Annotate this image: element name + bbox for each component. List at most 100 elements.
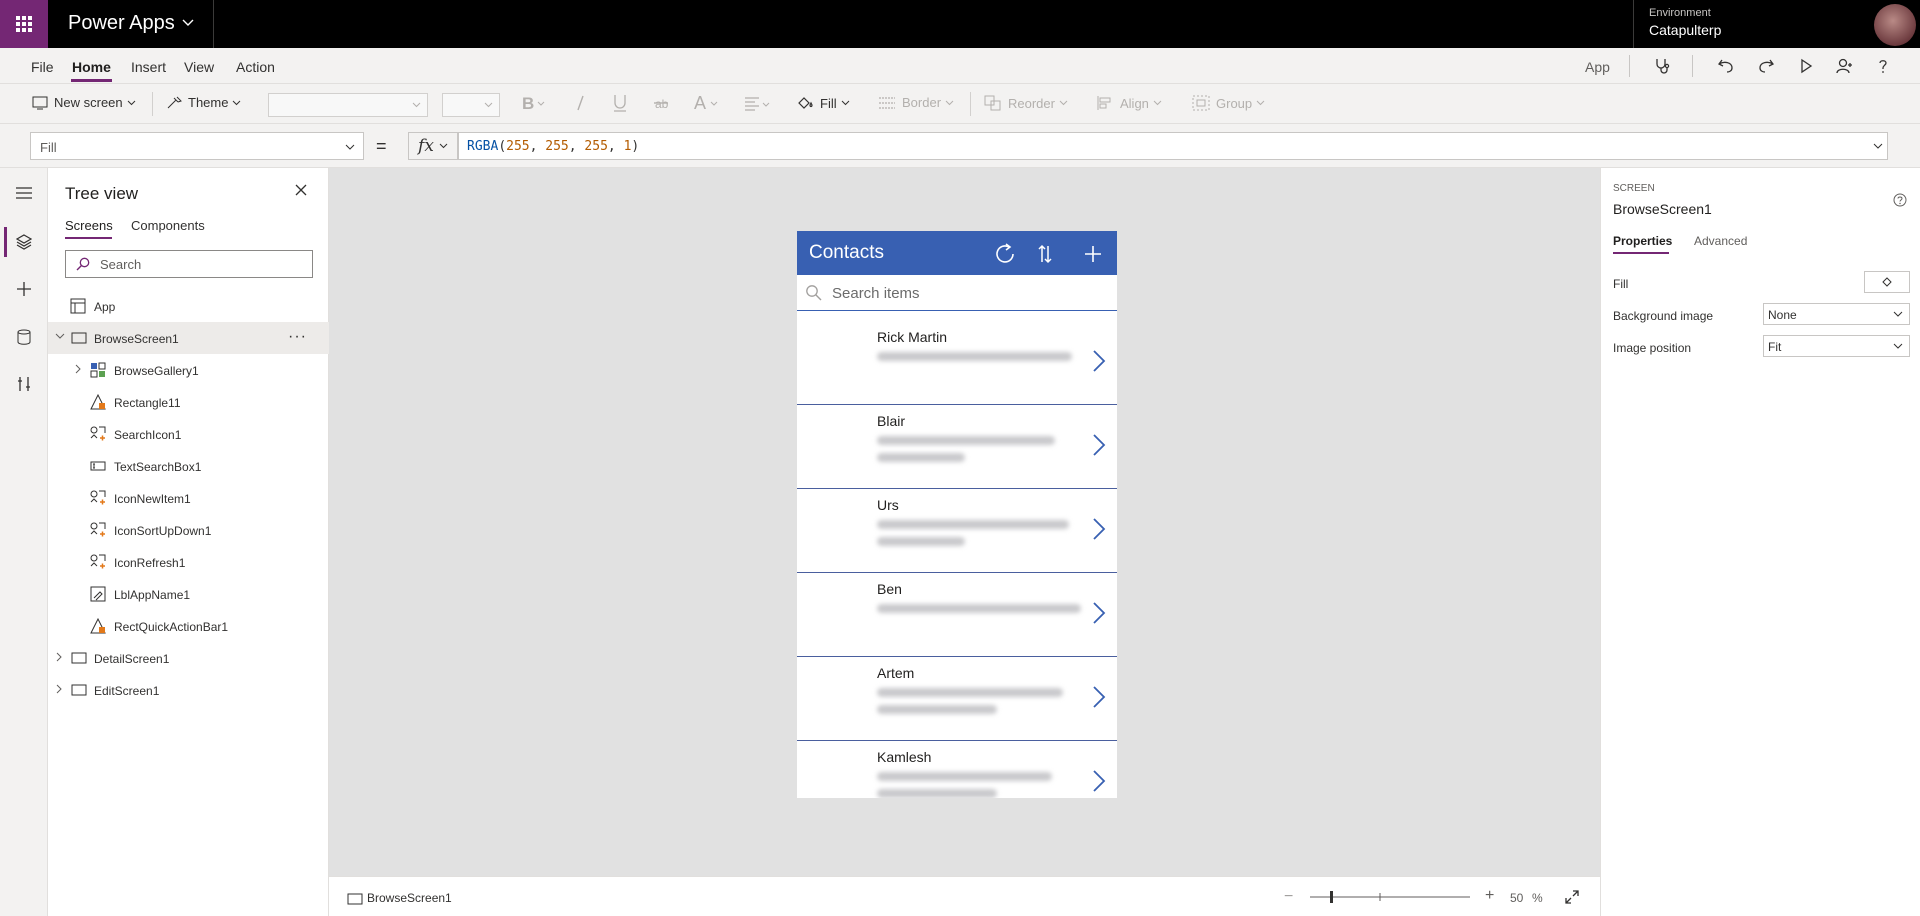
italic-icon[interactable]	[574, 93, 594, 113]
font-size-dropdown[interactable]	[442, 93, 500, 117]
contact-name: Urs	[877, 497, 899, 513]
undo-icon[interactable]	[1717, 57, 1735, 75]
tab-components[interactable]: Components	[131, 218, 205, 233]
list-item[interactable]: Artem	[797, 657, 1117, 741]
fill-color-picker[interactable]	[1864, 271, 1910, 293]
align-button[interactable]: Align	[1096, 95, 1162, 111]
tree-item-iconsortupdown1[interactable]: IconSortUpDown1	[48, 514, 329, 546]
chevron-down-icon[interactable]	[1873, 143, 1883, 149]
chevron-right-icon[interactable]	[1092, 685, 1106, 709]
tree-item-editscreen1[interactable]: EditScreen1	[48, 674, 329, 706]
list-item[interactable]: Kamlesh	[797, 741, 1117, 798]
app-launcher-icon[interactable]	[0, 0, 48, 48]
app-settings-link[interactable]: App	[1585, 59, 1610, 75]
tree-item-app[interactable]: App	[48, 290, 329, 322]
function-button[interactable]: fx	[408, 132, 458, 160]
tab-properties[interactable]: Properties	[1613, 234, 1672, 248]
share-user-icon[interactable]	[1835, 57, 1853, 75]
chevron-right-icon[interactable]	[1092, 517, 1106, 541]
zoom-out-button[interactable]: −	[1284, 888, 1293, 906]
underline-icon[interactable]	[612, 93, 634, 113]
insert-icon[interactable]	[0, 267, 48, 311]
tab-advanced[interactable]: Advanced	[1694, 234, 1747, 248]
sort-icon[interactable]	[1037, 242, 1053, 266]
list-item[interactable]: Blair	[797, 405, 1117, 489]
app-name[interactable]: Power Apps	[68, 12, 175, 35]
group-button[interactable]: Group	[1192, 95, 1265, 111]
tree-item-browsescreen1[interactable]: BrowseScreen1 ···	[48, 322, 329, 354]
tree-item-iconnewitem1[interactable]: IconNewItem1	[48, 482, 329, 514]
strikethrough-icon[interactable]: ab	[652, 93, 676, 113]
border-button[interactable]: Border	[878, 95, 954, 110]
data-icon[interactable]	[0, 315, 48, 359]
zoom-slider[interactable]	[1309, 889, 1471, 905]
environment-name[interactable]: Catapulterp	[1649, 22, 1721, 38]
reorder-button[interactable]: Reorder	[984, 95, 1068, 111]
search-items-box[interactable]: Search items	[797, 275, 1117, 311]
contact-name: Rick Martin	[877, 329, 948, 345]
font-family-dropdown[interactable]	[268, 93, 428, 117]
tree-item-rectangle11[interactable]: Rectangle11	[48, 386, 329, 418]
menu-action[interactable]: Action	[236, 59, 275, 75]
advanced-tools-icon[interactable]	[0, 362, 48, 406]
image-position-dropdown[interactable]: Fit	[1763, 335, 1910, 357]
tree-item-browsegallery1[interactable]: BrowseGallery1	[48, 354, 329, 386]
app-title-label[interactable]: Contacts	[809, 242, 884, 264]
current-screen-label[interactable]: BrowseScreen1	[367, 891, 452, 905]
list-item[interactable]: Rick Martin	[797, 321, 1117, 405]
tab-screens[interactable]: Screens	[65, 218, 113, 233]
tree-search-input[interactable]: Search	[65, 250, 313, 278]
tree-item-rectquickactionbar1[interactable]: RectQuickActionBar1	[48, 610, 329, 642]
tree-item-textsearchbox1[interactable]: TextSearchBox1	[48, 450, 329, 482]
bold-icon[interactable]: B	[522, 93, 554, 113]
add-icon[interactable]	[1083, 242, 1103, 266]
background-image-dropdown[interactable]: None	[1763, 303, 1910, 325]
theme-button[interactable]: Theme	[166, 95, 241, 110]
zoom-in-button[interactable]: +	[1485, 887, 1494, 905]
tree-item-iconrefresh1[interactable]: IconRefresh1	[48, 546, 329, 578]
menu-insert[interactable]: Insert	[131, 59, 166, 75]
help-icon[interactable]	[1893, 193, 1907, 207]
menu-view[interactable]: View	[184, 59, 214, 75]
close-icon[interactable]	[295, 184, 307, 196]
tree-item-detailscreen1[interactable]: DetailScreen1	[48, 642, 329, 674]
formula-input[interactable]: RGBA(255, 255, 255, 1)	[458, 132, 1888, 160]
hamburger-icon[interactable]	[0, 171, 48, 215]
app-screen-preview[interactable]: Contacts Search items Rick Martin Blair	[797, 231, 1117, 798]
chevron-right-icon[interactable]	[56, 684, 64, 694]
app-header-bar[interactable]: Contacts	[797, 231, 1117, 275]
chevron-down-icon[interactable]	[55, 333, 65, 341]
tree-view-icon[interactable]	[0, 220, 48, 264]
tree-item-label: LblAppName1	[114, 588, 191, 602]
chevron-down-icon[interactable]	[182, 19, 194, 27]
list-item[interactable]: Urs	[797, 489, 1117, 573]
chevron-right-icon[interactable]	[56, 652, 64, 662]
chevron-right-icon[interactable]	[1092, 349, 1106, 373]
redo-icon[interactable]	[1757, 57, 1775, 75]
chevron-right-icon[interactable]	[1092, 433, 1106, 457]
list-item[interactable]: Ben	[797, 573, 1117, 657]
property-dropdown[interactable]: Fill	[30, 132, 364, 160]
help-icon[interactable]	[1874, 57, 1892, 75]
play-icon[interactable]	[1797, 57, 1815, 75]
tree-item-searchicon1[interactable]: SearchIcon1	[48, 418, 329, 450]
more-options-icon[interactable]: ···	[288, 328, 307, 346]
control-name[interactable]: BrowseScreen1	[1613, 201, 1712, 217]
design-canvas[interactable]: Contacts Search items Rick Martin Blair	[329, 168, 1600, 876]
contacts-gallery[interactable]: Rick Martin Blair Urs Ben Artem Kamlesh	[797, 321, 1117, 798]
chevron-right-icon[interactable]	[1092, 769, 1106, 793]
chevron-right-icon[interactable]	[1092, 601, 1106, 625]
new-screen-button[interactable]: New screen	[32, 95, 136, 110]
font-color-icon[interactable]: A	[694, 93, 728, 113]
menu-file[interactable]: File	[31, 59, 54, 75]
avatar[interactable]	[1874, 4, 1916, 46]
menu-home[interactable]: Home	[72, 59, 111, 75]
fit-to-window-icon[interactable]	[1565, 890, 1579, 904]
zoom-slider-thumb[interactable]	[1330, 891, 1333, 903]
app-checker-icon[interactable]	[1653, 57, 1671, 75]
text-align-icon[interactable]	[744, 94, 778, 114]
refresh-icon[interactable]	[993, 242, 1017, 266]
tree-item-lblappname1[interactable]: LblAppName1	[48, 578, 329, 610]
fill-button[interactable]: Fill	[796, 95, 850, 111]
chevron-right-icon[interactable]	[75, 364, 83, 374]
